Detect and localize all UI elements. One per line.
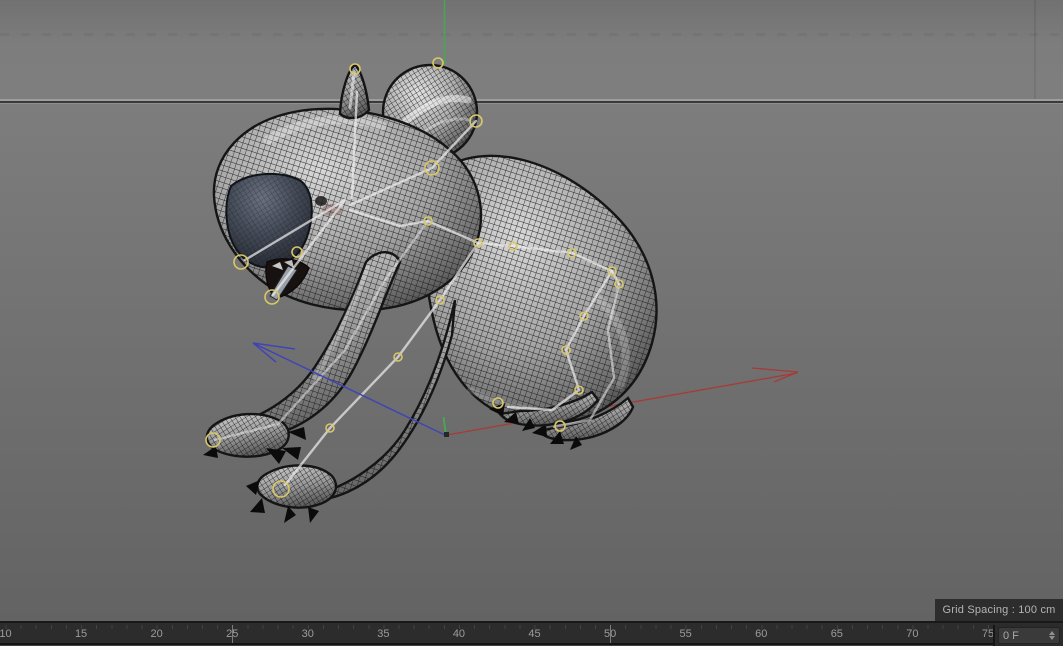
ruler-frame-label: 75 (981, 628, 993, 640)
koala-ear-spike (338, 63, 371, 120)
ruler-frame-label: 20 (150, 628, 163, 640)
application-window: Grid Spacing : 100 cm 101520253035404550… (0, 0, 1063, 646)
stepper-down-icon[interactable] (1049, 636, 1055, 640)
ruler-frame-label: 35 (377, 628, 390, 640)
frame-stepper-icon[interactable] (1049, 631, 1055, 640)
ruler-frame-label: 10 (0, 628, 12, 640)
ruler-frame-label: 65 (830, 628, 843, 640)
frame-counter-panel: 0 F (993, 625, 1063, 646)
ruler-minor-ticks (0, 625, 993, 629)
grid-spacing-badge: Grid Spacing : 100 cm (935, 599, 1063, 621)
current-frame-field[interactable]: 0 F (998, 627, 1060, 644)
ruler-frame-label: 30 (301, 628, 314, 640)
ruler-marker-line[interactable] (232, 625, 234, 643)
ruler-frame-label: 60 (755, 628, 768, 640)
current-frame-value: 0 F (1003, 629, 1019, 642)
ruler-frame-label: 40 (452, 628, 466, 640)
timeline-ruler[interactable]: 1015202530354045505560657075 (0, 625, 993, 643)
ruler-frame-label: 45 (528, 628, 541, 640)
ruler-frame-label: 55 (679, 628, 692, 640)
koala-model[interactable] (203, 57, 658, 523)
axis-origin-point (444, 432, 449, 437)
ruler-frame-label: 15 (74, 628, 88, 640)
ruler-frame-label: 70 (906, 628, 919, 640)
scene-svg (203, 0, 799, 523)
ruler-marker-line[interactable] (610, 625, 612, 643)
timeline-bar: 1015202530354045505560657075 0 F (0, 621, 1063, 646)
viewport-3d[interactable]: Grid Spacing : 100 cm (0, 0, 1063, 621)
stepper-up-icon[interactable] (1049, 631, 1055, 635)
y-axis-handle[interactable] (442, 416, 450, 437)
koala-eye (315, 196, 327, 206)
